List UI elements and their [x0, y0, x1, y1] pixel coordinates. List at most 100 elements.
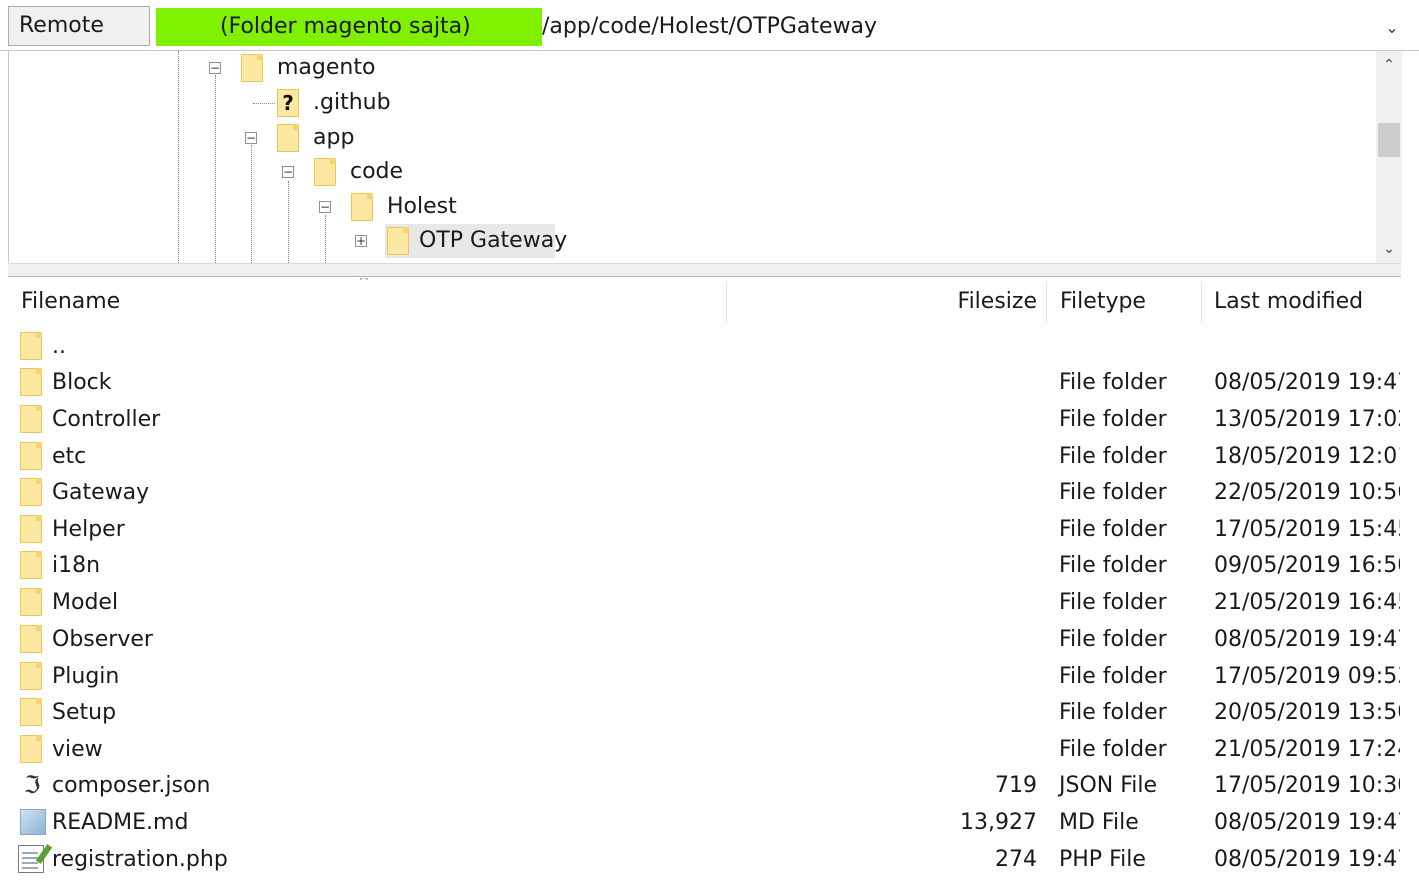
file-size: 274: [995, 847, 1037, 872]
file-name: i18n: [52, 553, 101, 578]
list-row[interactable]: Observer File folder 08/05/2019 19:47:1: [8, 621, 1419, 658]
file-modified: 08/05/2019 19:47:0: [1214, 847, 1400, 872]
column-divider[interactable]: [1201, 282, 1202, 324]
file-type: MD File: [1059, 810, 1139, 835]
tree-guide-line: [215, 75, 216, 263]
collapse-icon[interactable]: −: [282, 166, 294, 178]
list-row[interactable]: Block File folder 08/05/2019 19:47:0: [8, 364, 1419, 401]
file-modified: 22/05/2019 10:56:2: [1214, 480, 1400, 505]
collapse-icon[interactable]: −: [319, 201, 331, 213]
collapse-icon[interactable]: −: [245, 132, 257, 144]
remote-site-label: Remote site:: [8, 6, 150, 76]
folder-icon: [20, 698, 42, 726]
tree-guide-line: [178, 51, 179, 263]
file-modified: 09/05/2019 16:50:5: [1214, 553, 1400, 578]
folder-icon: [277, 124, 299, 152]
tree-node-label: magento: [277, 55, 376, 80]
tree-guide-line: [288, 181, 289, 263]
column-header-filesize[interactable]: Filesize: [728, 278, 1037, 326]
scrollbar-thumb[interactable]: [1378, 123, 1400, 157]
list-row[interactable]: Controller File folder 13/05/2019 17:02:…: [8, 401, 1419, 438]
list-row[interactable]: Model File folder 21/05/2019 16:45:2: [8, 584, 1419, 621]
path-highlight: (Folder magento sajta): [156, 8, 542, 46]
file-modified: 17/05/2019 09:53:4: [1214, 664, 1400, 689]
file-type: JSON File: [1059, 773, 1158, 798]
file-name: Helper: [52, 517, 125, 542]
list-row[interactable]: Setup File folder 20/05/2019 13:50:4: [8, 694, 1419, 731]
sort-ascending-icon: ^: [358, 278, 370, 290]
file-modified: 08/05/2019 19:47:0: [1214, 370, 1400, 395]
tree-node-label: .github: [313, 90, 391, 115]
file-name: Gateway: [52, 480, 150, 505]
list-row[interactable]: view File folder 21/05/2019 17:24:2: [8, 731, 1419, 768]
question-icon: ?: [277, 89, 299, 117]
file-type: PHP File: [1059, 847, 1146, 872]
folder-icon: [20, 735, 42, 763]
tree-node-label: Holest: [387, 194, 457, 219]
chevron-down-icon[interactable]: ⌄: [1376, 237, 1402, 261]
md-file-icon: [20, 809, 46, 835]
folder-icon: [20, 551, 42, 579]
file-modified: 21/05/2019 17:24:2: [1214, 737, 1400, 762]
tree-node-label: OTP Gateway: [419, 228, 568, 253]
list-row[interactable]: registration.php 274 PHP File 08/05/2019…: [8, 841, 1419, 878]
list-row[interactable]: etc File folder 18/05/2019 12:01:5: [8, 438, 1419, 475]
file-modified: 20/05/2019 13:50:4: [1214, 700, 1400, 725]
tree-guide-line: [253, 103, 275, 104]
file-modified: 08/05/2019 19:47:0: [1214, 810, 1400, 835]
tree-node-label: app: [313, 125, 355, 150]
list-row[interactable]: ℑ composer.json 719 JSON File 17/05/2019…: [8, 767, 1419, 804]
list-row[interactable]: README.md 13,927 MD File 08/05/2019 19:4…: [8, 804, 1419, 841]
folder-icon: [20, 478, 42, 506]
path-text: /app/code/Holest/OTPGateway: [542, 14, 878, 39]
pane-splitter[interactable]: [8, 263, 1401, 277]
tree-guide-line: [325, 215, 326, 263]
folder-icon: [20, 625, 42, 653]
chevron-down-icon[interactable]: ⌄: [1380, 14, 1404, 42]
folder-icon: [314, 158, 336, 186]
column-divider[interactable]: [1046, 282, 1047, 324]
file-name: README.md: [52, 810, 189, 835]
list-row[interactable]: Helper File folder 17/05/2019 15:45:5: [8, 511, 1419, 548]
chevron-up-icon[interactable]: ⌃: [1376, 53, 1402, 77]
column-header-filename[interactable]: Filename: [21, 278, 120, 326]
file-type: File folder: [1059, 700, 1167, 725]
column-divider[interactable]: [726, 282, 727, 324]
folder-icon: [20, 588, 42, 616]
json-file-icon: ℑ: [23, 771, 41, 799]
file-name: Observer: [52, 627, 153, 652]
column-header-filetype[interactable]: Filetype: [1060, 278, 1146, 326]
remote-path-input[interactable]: (Folder magento sajta)/app/code/Holest/O…: [156, 8, 1380, 46]
php-file-icon: [18, 845, 44, 873]
list-row[interactable]: i18n File folder 09/05/2019 16:50:5: [8, 547, 1419, 584]
file-name: Setup: [52, 700, 117, 725]
expand-icon[interactable]: +: [355, 235, 367, 247]
column-header-last-modified[interactable]: Last modified: [1214, 278, 1363, 326]
list-row[interactable]: Plugin File folder 17/05/2019 09:53:4: [8, 658, 1419, 695]
file-name: Plugin: [52, 664, 120, 689]
file-name: composer.json: [52, 773, 211, 798]
folder-icon: [387, 227, 409, 255]
file-size: 13,927: [960, 810, 1037, 835]
folder-icon: [351, 193, 373, 221]
remote-site-bar: Remote site: (Folder magento sajta)/app/…: [0, 0, 1419, 76]
file-modified: 13/05/2019 17:02:2: [1214, 407, 1400, 432]
tree-node-label: code: [350, 159, 404, 184]
remote-file-list: ^ Filename Filesize Filetype Last modifi…: [8, 278, 1419, 882]
file-type: File folder: [1059, 444, 1167, 469]
file-name: view: [52, 737, 103, 762]
collapse-icon[interactable]: −: [209, 62, 221, 74]
file-modified: 17/05/2019 10:30:4: [1214, 773, 1400, 798]
folder-icon: [241, 54, 263, 82]
file-type: File folder: [1059, 553, 1167, 578]
file-modified: 18/05/2019 12:01:5: [1214, 444, 1400, 469]
folder-icon: [20, 368, 42, 396]
list-row-parent[interactable]: ..: [8, 328, 1419, 365]
list-row[interactable]: Gateway File folder 22/05/2019 10:56:2: [8, 474, 1419, 511]
file-name: registration.php: [52, 847, 228, 872]
tree-scrollbar[interactable]: ⌃ ⌄: [1376, 51, 1402, 263]
file-type: File folder: [1059, 664, 1167, 689]
file-type: File folder: [1059, 370, 1167, 395]
tree-guide-line: [251, 145, 252, 263]
folder-icon: [20, 405, 42, 433]
